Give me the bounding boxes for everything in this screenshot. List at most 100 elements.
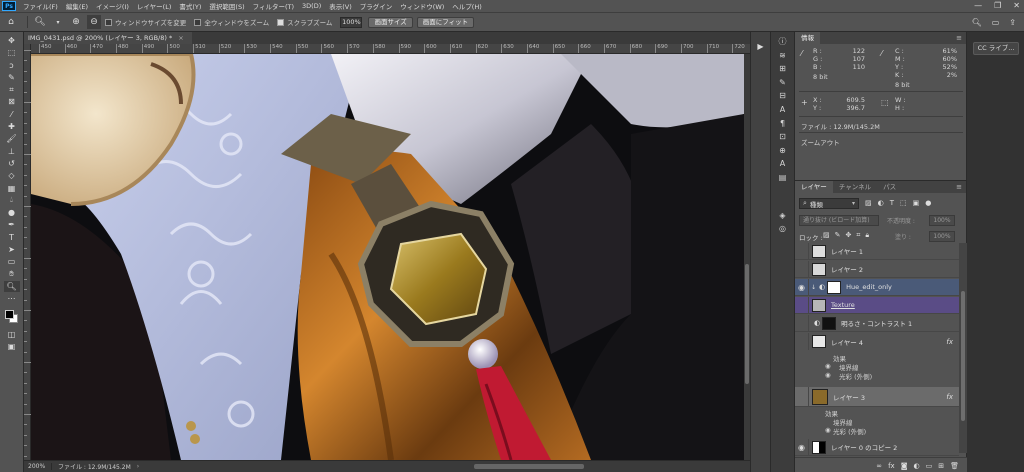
layer-row[interactable]: ◉ レイヤー 2 <box>795 260 959 278</box>
filter-shape-icon[interactable]: ⬚ <box>900 199 907 207</box>
effect-outer-glow[interactable]: 光彩 (外側) <box>839 371 872 381</box>
character-icon[interactable]: A <box>776 104 790 115</box>
path-select-icon[interactable]: ➤ <box>4 244 20 255</box>
tab-info[interactable]: 情報 <box>795 32 820 44</box>
properties-icon[interactable]: ⊟ <box>776 90 790 101</box>
layer-row[interactable]: ◉ ↓ ◐ Hue_edit_only <box>795 278 959 296</box>
link-layers-icon[interactable]: ∞ <box>876 462 882 470</box>
marquee-tool-icon[interactable]: ⬚ <box>4 47 20 58</box>
paragraph-icon[interactable]: ¶ <box>776 118 790 129</box>
menu-image[interactable]: イメージ(I) <box>92 1 133 11</box>
status-zoom[interactable]: 200% <box>24 463 52 470</box>
visibility-toggle[interactable]: ◉ <box>795 386 809 407</box>
eye-icon[interactable]: ◉ <box>795 278 809 296</box>
visibility-toggle[interactable]: ◉ <box>795 242 809 260</box>
filter-adjustment-icon[interactable]: ◐ <box>878 199 884 207</box>
zoom-tool-icon[interactable]: 🔍︎ <box>3 280 20 292</box>
new-layer-icon[interactable]: ⊞ <box>938 462 944 470</box>
menu-filter[interactable]: フィルター(T) <box>249 1 298 11</box>
color-swatches[interactable] <box>4 309 20 325</box>
add-mask-icon[interactable]: ◙ <box>901 462 908 470</box>
search-icon[interactable]: 🔍︎ <box>972 18 982 27</box>
zoom-in-icon[interactable]: ⊕ <box>69 15 83 29</box>
layer-row[interactable]: ◉ レイヤー 4 fx <box>795 333 959 350</box>
move-tool-icon[interactable]: ✥ <box>4 35 20 46</box>
zoom-tool-icon[interactable]: 🔍︎ <box>33 15 47 29</box>
menu-edit[interactable]: 編集(E) <box>62 1 92 11</box>
play-icon[interactable]: ▶ <box>751 42 770 51</box>
lock-all-icon[interactable]: 🔒︎ <box>865 231 869 240</box>
filter-smart-object-icon[interactable]: ▣ <box>913 199 920 207</box>
menu-3d[interactable]: 3D(D) <box>298 2 325 10</box>
minimize-icon[interactable]: — <box>974 0 982 12</box>
menu-file[interactable]: ファイル(F) <box>19 1 62 11</box>
quick-mask-icon[interactable]: ◫ <box>4 329 20 340</box>
blur-tool-icon[interactable]: 💧︎ <box>4 195 20 206</box>
menu-plugins[interactable]: プラグイン <box>356 1 397 11</box>
menu-select[interactable]: 選択範囲(S) <box>205 1 248 11</box>
layer-row[interactable]: ◉ ◐ 明るさ・コントラスト 1 <box>795 314 959 332</box>
fx-icon[interactable]: fx <box>946 338 953 346</box>
brush-tool-icon[interactable]: 🖌︎ <box>4 133 20 144</box>
fill-input[interactable]: 100% <box>929 231 955 242</box>
tab-paths[interactable]: パス <box>877 181 902 193</box>
fill-screen-button[interactable]: 画面にフィット <box>416 16 475 28</box>
document-tab[interactable]: IMG_0431.psd @ 200% (レイヤー 3, RGB/8) * × <box>24 32 192 44</box>
layers-scrollbar[interactable] <box>959 243 967 453</box>
checkbox-box-checked[interactable] <box>277 18 285 26</box>
lock-transparent-icon[interactable]: ▨ <box>823 231 830 240</box>
clone-source-icon[interactable]: ⊕ <box>776 145 790 156</box>
fit-screen-button[interactable]: 画面サイズ <box>368 16 413 28</box>
filter-type-icon[interactable]: T <box>890 199 894 207</box>
lock-image-icon[interactable]: ✎ <box>835 231 841 240</box>
crop-tool-icon[interactable]: ⌗ <box>4 84 20 95</box>
eye-icon[interactable]: ◉ <box>825 426 831 434</box>
filter-pixel-icon[interactable]: ▨ <box>865 199 872 207</box>
effect-outer-glow[interactable]: 光彩 (外側) <box>833 426 866 436</box>
lock-artboard-icon[interactable]: ⌗ <box>856 231 860 240</box>
glyphs-icon[interactable]: A <box>776 158 790 169</box>
close-tab-icon[interactable]: × <box>178 34 183 42</box>
visibility-toggle[interactable]: ◉ <box>795 260 809 278</box>
lasso-tool-icon[interactable]: ↄ <box>4 60 20 71</box>
panel-menu-icon[interactable]: ≡ <box>956 32 962 44</box>
lock-position-icon[interactable]: ✥ <box>846 231 852 240</box>
tab-channels[interactable]: チャンネル <box>833 181 877 193</box>
layer-mask-thumbnail[interactable] <box>822 316 837 330</box>
layer-row-selected[interactable]: ◉ レイヤー 3 fx <box>795 386 959 407</box>
checkbox-box[interactable] <box>194 18 202 26</box>
eyedropper-tool-icon[interactable]: ⁄ <box>4 109 20 120</box>
opacity-input[interactable]: 100% <box>929 215 955 226</box>
layer-mask-thumbnail[interactable] <box>827 280 842 294</box>
chevron-down-icon[interactable]: ▾ <box>51 15 65 29</box>
more-tools-icon[interactable]: ⋯ <box>4 293 20 304</box>
panel-menu-icon[interactable]: ≡ <box>956 181 962 193</box>
resize-windows-checkbox[interactable]: ウィンドウサイズを変更 <box>105 17 186 27</box>
fx-icon[interactable]: fx <box>946 393 953 401</box>
channels-icon[interactable]: ◎ <box>776 223 790 234</box>
brush-settings-icon[interactable]: ⊡ <box>776 131 790 142</box>
layer-row[interactable]: ◉ レイヤー 1 <box>795 242 959 260</box>
history-icon[interactable]: ⊞ <box>776 63 790 74</box>
visibility-toggle[interactable]: ◉ <box>795 296 809 314</box>
menu-type[interactable]: 書式(Y) <box>175 1 205 11</box>
menu-view[interactable]: 表示(V) <box>325 1 356 11</box>
layer-filter-kind[interactable]: ⌕ 種類 ▾ <box>799 198 859 209</box>
canvas[interactable] <box>31 54 744 460</box>
eye-icon[interactable]: ◉ <box>825 362 831 370</box>
cc-libraries-button[interactable]: CC ライブ... <box>973 42 1019 55</box>
gradient-tool-icon[interactable]: ▦ <box>4 183 20 194</box>
info-panel-icon[interactable]: ⓘ <box>776 36 790 47</box>
share-icon[interactable]: ⇪ <box>1009 18 1016 27</box>
frame-tool-icon[interactable]: ⊠ <box>4 96 20 107</box>
scrollbar-thumb[interactable] <box>745 264 749 384</box>
scrubby-zoom-checkbox[interactable]: スクラブズーム <box>277 17 332 27</box>
close-icon[interactable]: ✕ <box>1013 0 1020 12</box>
type-tool-icon[interactable]: T <box>4 232 20 243</box>
healing-brush-icon[interactable]: ✚ <box>4 121 20 132</box>
zoom-value-button[interactable]: 100% <box>340 16 363 28</box>
styles-icon[interactable]: ▤ <box>776 172 790 183</box>
layer-row[interactable]: ◉ Texture <box>795 296 959 314</box>
horizontal-scrollbar[interactable] <box>474 464 584 469</box>
workspace-icon[interactable]: ▭ <box>992 18 1000 27</box>
